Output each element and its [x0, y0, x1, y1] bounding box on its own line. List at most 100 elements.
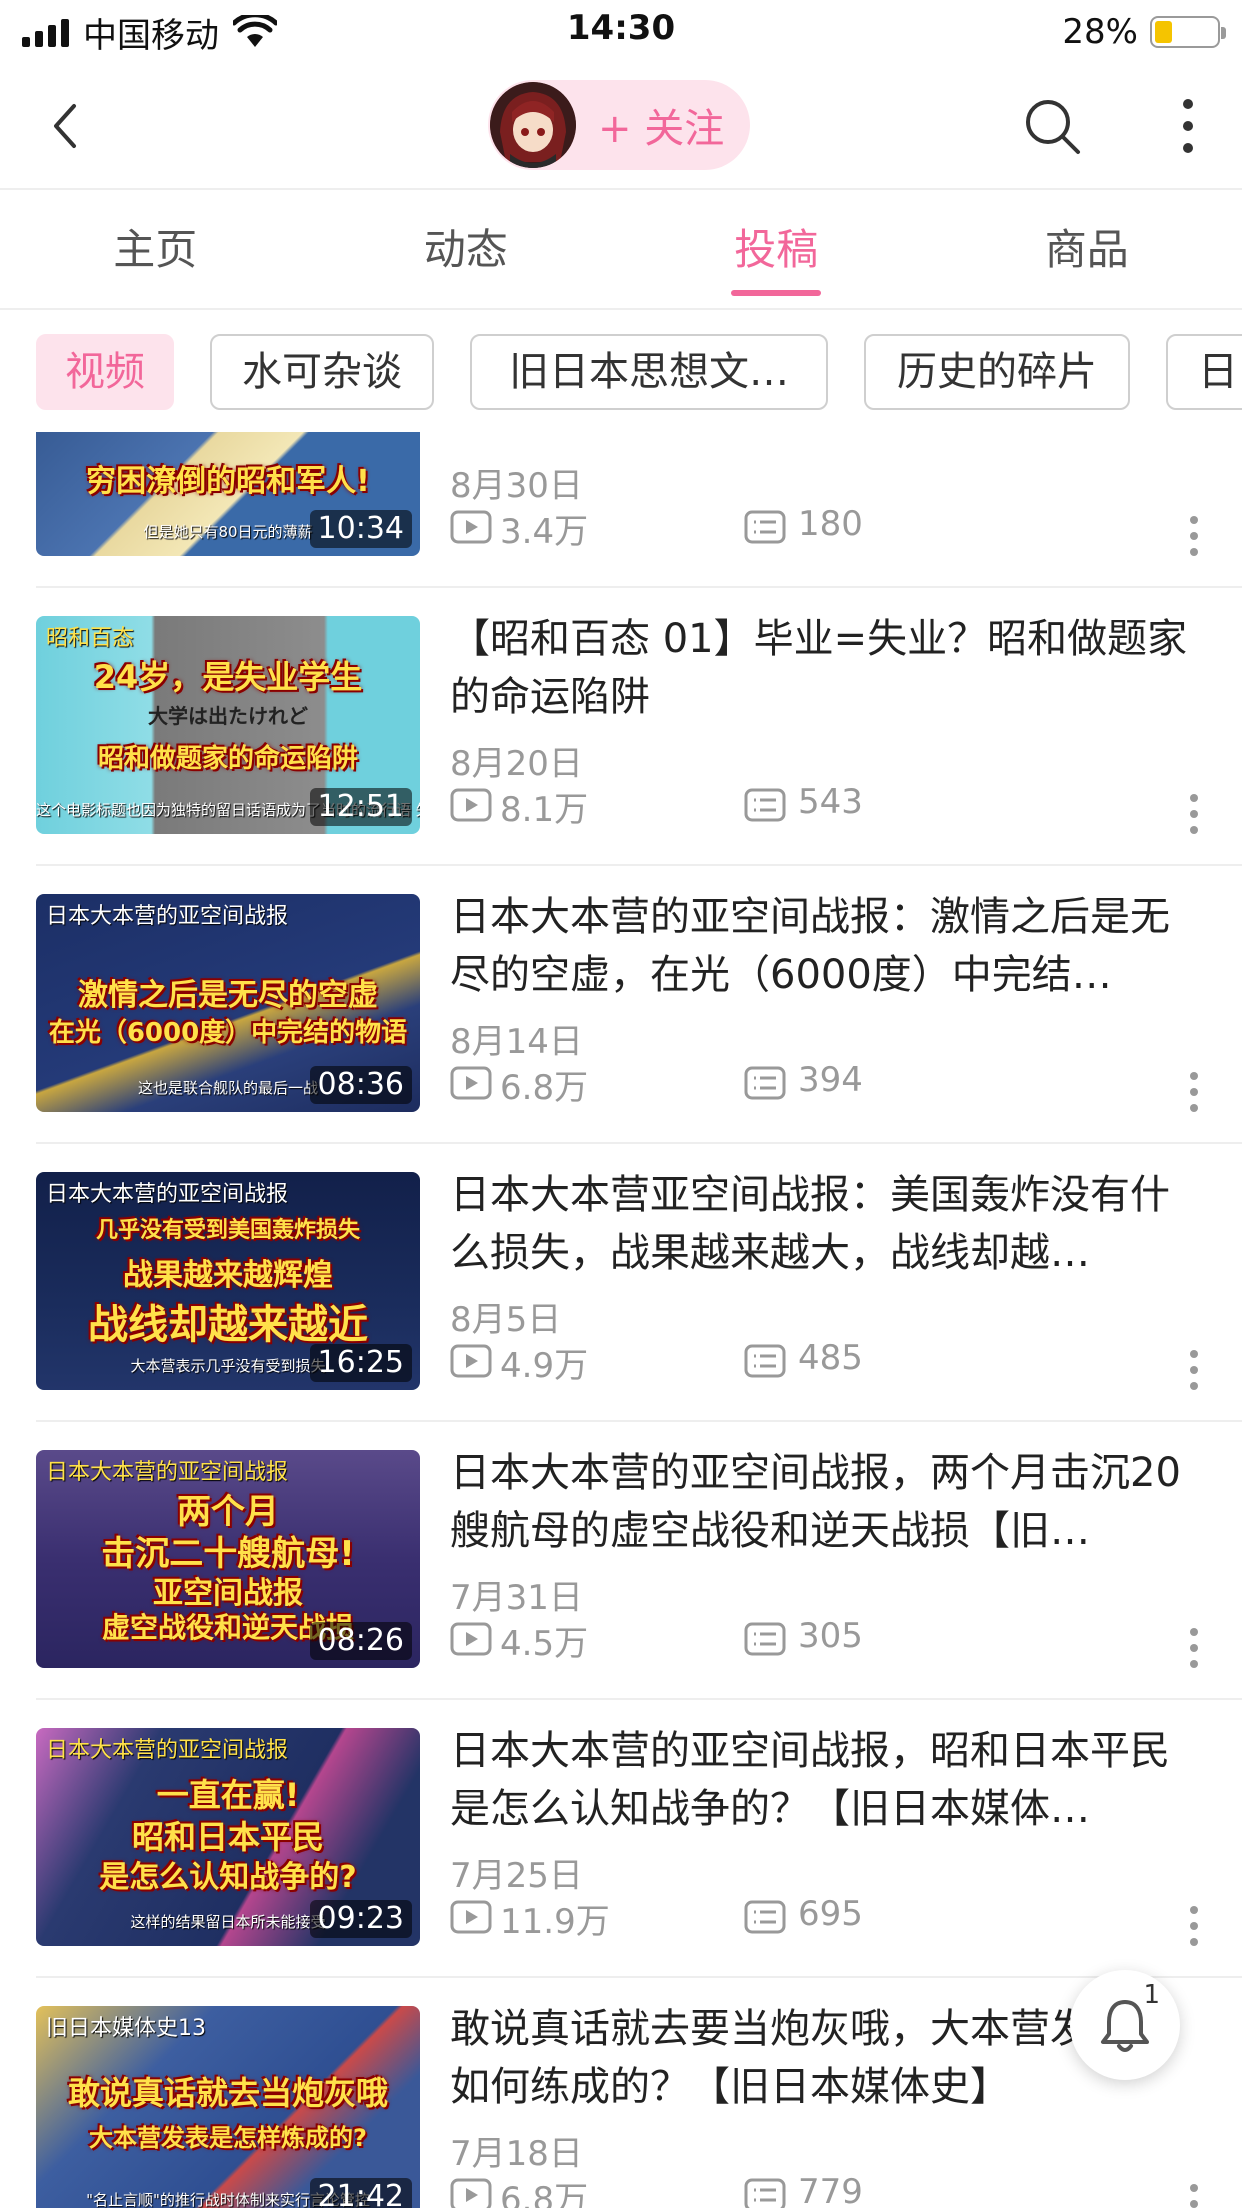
video-date: 8月30日 — [450, 466, 583, 506]
more-vertical-icon[interactable] — [1188, 792, 1200, 836]
list-item[interactable]: 日本大本营的亚空间战报 几乎没有受到美国轰炸损失 战果越来越辉煌 战线却越来越近… — [0, 1144, 1242, 1422]
more-vertical-icon[interactable] — [1188, 1070, 1200, 1114]
video-stats: 8.1万 543 — [450, 782, 1210, 830]
video-duration: 08:36 — [309, 1066, 412, 1104]
thumbnail-caption: 激情之后是无尽的空虚 — [78, 978, 378, 1013]
tab-uploads[interactable]: 投稿 — [621, 190, 932, 308]
video-thumbnail[interactable]: 日本大本营的亚空间战报 几乎没有受到美国轰炸损失 战果越来越辉煌 战线却越来越近… — [36, 1172, 420, 1390]
avatar[interactable] — [490, 82, 576, 168]
search-icon[interactable] — [1022, 96, 1082, 156]
comment-count-icon — [744, 1900, 786, 1934]
video-date: 8月5日 — [450, 1300, 562, 1340]
video-duration: 09:23 — [309, 1900, 412, 1938]
tab-dynamic[interactable]: 动态 — [311, 190, 622, 308]
video-title[interactable] — [450, 432, 1206, 448]
play-count-icon — [450, 1066, 492, 1100]
video-title[interactable]: 日本大本营的亚空间战报，昭和日本平民是怎么认知战争的？【旧日本媒体… — [450, 1722, 1206, 1838]
profile-tabs: 主页 动态 投稿 商品 — [0, 190, 1242, 310]
list-item[interactable]: 旧日本媒体史13 敢说真话就去当炮灰哦 大本营发表是怎样炼成的? "名止言顺"的… — [0, 1978, 1242, 2208]
video-date: 7月18日 — [450, 2134, 583, 2174]
notification-count: 1 — [1143, 1980, 1160, 2010]
more-vertical-icon[interactable] — [1188, 514, 1200, 558]
comment-count: 180 — [798, 504, 863, 544]
thumbnail-tag: 日本大本营的亚空间战报 — [46, 904, 289, 929]
video-thumbnail[interactable]: 穷困潦倒的昭和军人! 但是她只有80日元的薄薪 10:34 — [36, 432, 420, 556]
list-item[interactable]: 昭和百态 24岁，是失业学生 大学は出たけれど 昭和做题家的命运陷阱 这个电影标… — [0, 588, 1242, 866]
thumbnail-caption: 一直在赢! — [156, 1776, 300, 1814]
video-stats: 6.8万 779 — [450, 2172, 1210, 2208]
chip-history-fragments[interactable]: 历史的碎片 — [864, 334, 1130, 410]
comment-count-icon — [744, 1622, 786, 1656]
chip-old-japan-thought[interactable]: 旧日本思想文… — [470, 334, 828, 410]
view-count: 3.4万 — [500, 512, 589, 552]
comment-count-icon — [744, 1344, 786, 1378]
chevron-left-icon[interactable] — [44, 100, 92, 152]
thumbnail-caption: 在光（6000度）中完结的物语 — [48, 1018, 408, 1048]
status-bar-right: 28% — [1062, 10, 1226, 54]
battery-icon — [1150, 16, 1226, 48]
thumbnail-caption: 大本营发表是怎样炼成的? — [89, 2124, 367, 2152]
more-vertical-icon[interactable] — [1188, 1626, 1200, 1670]
thumbnail-caption: 敢说真话就去当炮灰哦 — [67, 2074, 388, 2112]
video-title[interactable]: 【昭和百态 01】毕业=失业？昭和做题家的命运陷阱 — [450, 610, 1206, 726]
comment-count: 779 — [798, 2172, 863, 2208]
video-title[interactable]: 日本大本营亚空间战报：美国轰炸没有什么损失，战果越来越大，战线却越… — [450, 1166, 1206, 1282]
video-date: 7月31日 — [450, 1578, 583, 1618]
thumbnail-tag: 日本大本营的亚空间战报 — [46, 1182, 289, 1207]
tab-products[interactable]: 商品 — [932, 190, 1242, 308]
play-count-icon — [450, 788, 492, 822]
status-bar: 中国移动 14:30 28% — [0, 0, 1242, 62]
play-count-icon — [450, 1900, 492, 1934]
list-item[interactable]: 日本大本营的亚空间战报 一直在赢! 昭和日本平民 是怎么认知战争的? 这样的结果… — [0, 1700, 1242, 1978]
tab-home[interactable]: 主页 — [0, 190, 311, 308]
notification-button[interactable]: 1 — [1070, 1970, 1180, 2080]
chip-truncated[interactable]: 日 — [1166, 334, 1242, 410]
video-date: 7月25日 — [450, 1856, 583, 1896]
video-stats: 6.8万 394 — [450, 1060, 1210, 1108]
more-vertical-icon[interactable] — [1188, 1348, 1200, 1392]
video-date: 8月20日 — [450, 744, 583, 784]
thumbnail-caption: 昭和做题家的命运陷阱 — [97, 744, 358, 774]
video-title[interactable]: 日本大本营的亚空间战报：激情之后是无尽的空虚，在光（6000度）中完结… — [450, 888, 1206, 1004]
view-count: 6.8万 — [500, 2180, 589, 2208]
follow-button[interactable]: + 关注 — [488, 80, 750, 170]
comment-count-icon — [744, 510, 786, 544]
status-time: 14:30 — [566, 8, 676, 48]
thumbnail-caption: 穷困潦倒的昭和军人! — [86, 464, 370, 499]
video-duration: 12:51 — [309, 788, 412, 826]
chip-video[interactable]: 视频 — [36, 334, 174, 410]
thumbnail-caption: 战线却越来越近 — [88, 1302, 368, 1348]
video-stats: 11.9万 695 — [450, 1894, 1210, 1942]
thumbnail-caption: 战果越来越辉煌 — [123, 1258, 333, 1293]
thumbnail-caption: 是怎么认知战争的? — [99, 1860, 357, 1895]
video-list: 穷困潦倒的昭和军人! 但是她只有80日元的薄薪 10:34 8月30日 3.4万… — [0, 432, 1242, 2208]
video-duration: 16:25 — [309, 1344, 412, 1382]
thumbnail-caption: 24岁，是失业学生 — [93, 658, 363, 696]
list-item[interactable]: 穷困潦倒的昭和军人! 但是她只有80日元的薄薪 10:34 8月30日 3.4万… — [0, 432, 1242, 588]
comment-count-icon — [744, 2178, 786, 2208]
video-stats: 3.4万 180 — [450, 504, 1210, 552]
video-thumbnail[interactable]: 日本大本营的亚空间战报 一直在赢! 昭和日本平民 是怎么认知战争的? 这样的结果… — [36, 1728, 420, 1946]
video-thumbnail[interactable]: 日本大本营的亚空间战报 两个月 击沉二十艘航母! 亚空间战报 虚空战役和逆天战损… — [36, 1450, 420, 1668]
video-thumbnail[interactable]: 旧日本媒体史13 敢说真话就去当炮灰哦 大本营发表是怎样炼成的? "名止言顺"的… — [36, 2006, 420, 2208]
video-stats: 4.9万 485 — [450, 1338, 1210, 1386]
video-duration: 10:34 — [309, 510, 412, 548]
comment-count-icon — [744, 1066, 786, 1100]
thumbnail-tag: 旧日本媒体史13 — [46, 2016, 206, 2041]
more-vertical-icon[interactable] — [1188, 1904, 1200, 1948]
thumbnail-caption: 几乎没有受到美国轰炸损失 — [95, 1218, 360, 1243]
video-title[interactable]: 日本大本营的亚空间战报，两个月击沉20艘航母的虚空战役和逆天战损【旧… — [450, 1444, 1206, 1560]
chip-shuike-talk[interactable]: 水可杂谈 — [210, 334, 434, 410]
top-nav-bar: + 关注 — [0, 62, 1242, 190]
list-item[interactable]: 日本大本营的亚空间战报 两个月 击沉二十艘航母! 亚空间战报 虚空战役和逆天战损… — [0, 1422, 1242, 1700]
play-count-icon — [450, 510, 492, 544]
video-duration: 21:42 — [309, 2178, 412, 2208]
category-chips: 视频 水可杂谈 旧日本思想文… 历史的碎片 日 — [0, 312, 1242, 432]
more-vertical-icon[interactable] — [1188, 2182, 1200, 2208]
video-thumbnail[interactable]: 昭和百态 24岁，是失业学生 大学は出たけれど 昭和做题家的命运陷阱 这个电影标… — [36, 616, 420, 834]
more-vertical-icon[interactable] — [1178, 98, 1198, 154]
video-thumbnail[interactable]: 日本大本营的亚空间战报 激情之后是无尽的空虚 在光（6000度）中完结的物语 这… — [36, 894, 420, 1112]
thumbnail-tag: 昭和百态 — [46, 626, 135, 651]
battery-fill — [1155, 21, 1172, 43]
list-item[interactable]: 日本大本营的亚空间战报 激情之后是无尽的空虚 在光（6000度）中完结的物语 这… — [0, 866, 1242, 1144]
